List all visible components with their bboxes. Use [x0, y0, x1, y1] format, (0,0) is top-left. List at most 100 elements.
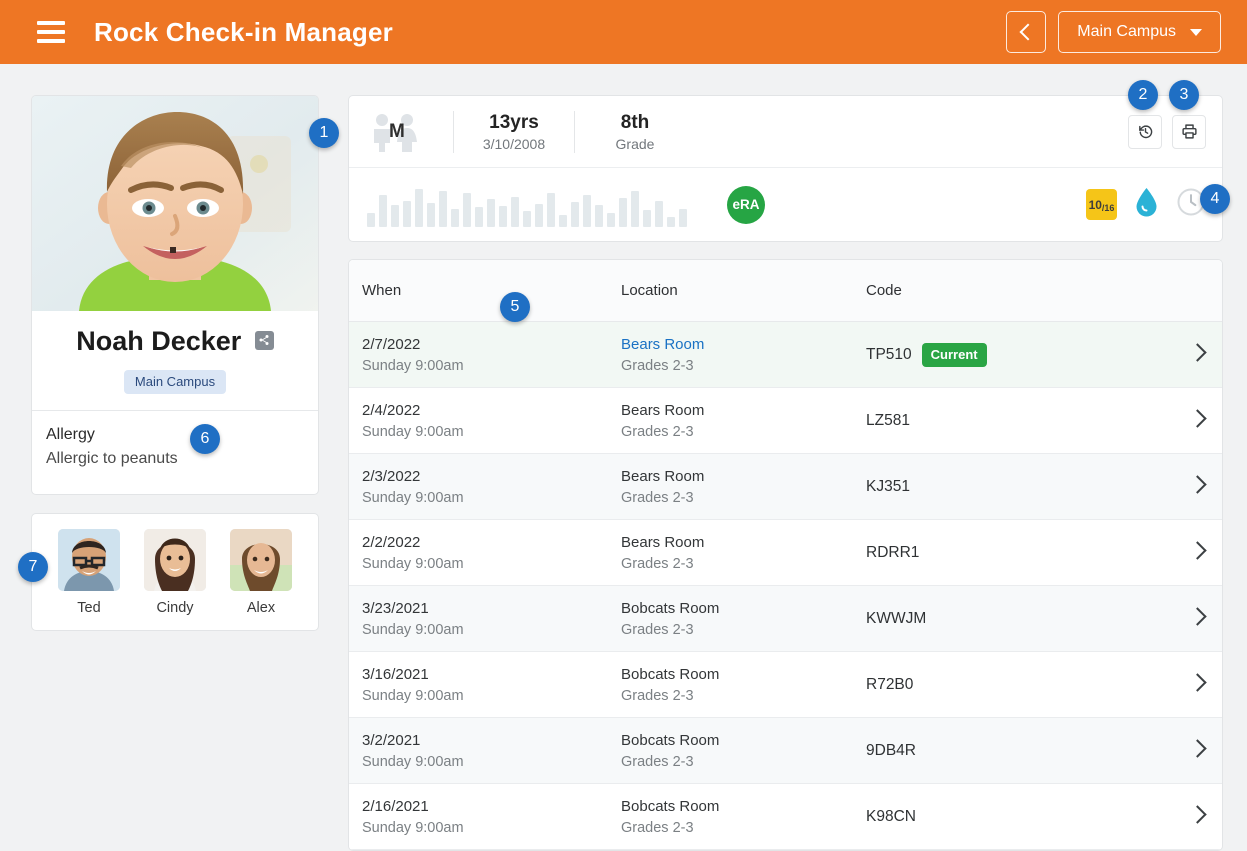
attendance-row: eRA 10/16 — [349, 168, 1222, 241]
table-row[interactable]: 3/16/2021 Sunday 9:00am Bobcats Room Grades… — [349, 652, 1222, 718]
row-detail-button[interactable] — [1174, 738, 1207, 760]
attendance-ratio-badge: 10/16 — [1086, 189, 1117, 220]
row-time: Sunday 9:00am — [362, 555, 464, 572]
sparkline-bar — [427, 202, 435, 227]
row-grades: Grades 2-3 — [621, 357, 694, 374]
sparkline-bar — [571, 201, 579, 227]
history-button[interactable] — [1128, 114, 1162, 149]
row-location[interactable]: Bears Room — [621, 336, 866, 353]
cell-code: 9DB4R — [866, 742, 1174, 760]
table-row[interactable]: 2/2/2022 Sunday 9:00am Bears Room Grades 2-… — [349, 520, 1222, 586]
allergy-title: Allergy — [46, 426, 95, 443]
row-date: 2/4/2022 — [362, 401, 421, 419]
person-facts-row: M 13yrs 3/10/2008 8th Grade — [349, 96, 1222, 168]
row-location: Bobcats Room — [621, 665, 720, 683]
campus-chip: Main Campus — [123, 370, 227, 394]
allergy-block: Allergy Allergic to peanuts — [32, 411, 318, 494]
family-member-alex[interactable]: Alex — [230, 529, 292, 616]
row-date: 2/7/2022 — [362, 335, 421, 353]
app-header: Rock Check-in Manager Main Campus — [0, 0, 1247, 64]
page-body: Noah Decker Main Campus Allergy Allergic… — [0, 64, 1247, 851]
callout-badge-7: 7 — [18, 552, 48, 582]
table-row[interactable]: 3/23/2021 Sunday 9:00am Bobcats Room Grades… — [349, 586, 1222, 652]
sparkline-bar — [667, 216, 675, 227]
grade-value: 8th — [620, 111, 650, 133]
family-member-ted[interactable]: Ted — [58, 529, 120, 616]
chevron-right-icon — [1188, 672, 1207, 692]
cell-location: Bobcats Room Grades 2-3 — [621, 600, 866, 638]
row-time: Sunday 9:00am — [362, 423, 464, 440]
status-badge: Current — [921, 342, 987, 367]
table-row[interactable]: 3/2/2021 Sunday 9:00am Bobcats Room Grades … — [349, 718, 1222, 784]
row-location: Bobcats Room — [621, 599, 720, 617]
row-detail-button[interactable] — [1174, 804, 1207, 826]
row-date: 3/23/2021 — [362, 599, 429, 617]
water-drop-icon — [1134, 187, 1159, 222]
cell-location: Bears Room Grades 2-3 — [621, 468, 866, 506]
row-location: Bobcats Room — [621, 731, 720, 749]
sparkline-bar — [607, 212, 615, 227]
row-code: KJ351 — [866, 477, 910, 495]
age-value: 13yrs — [489, 111, 539, 133]
cell-when: 2/7/2022 Sunday 9:00am — [362, 336, 621, 374]
cell-code: TP510 Current — [866, 342, 1174, 367]
cell-location: Bobcats Room Grades 2-3 — [621, 666, 866, 704]
name-block: Noah Decker Main Campus — [32, 311, 318, 411]
share-icon[interactable] — [254, 330, 274, 350]
hamburger-icon[interactable] — [37, 21, 65, 43]
cell-location: Bears Room Grades 2-3 — [621, 534, 866, 572]
row-detail-button[interactable] — [1174, 672, 1207, 694]
callout-badge-4: 4 — [1200, 184, 1230, 214]
row-grades: Grades 2-3 — [621, 819, 694, 836]
row-time: Sunday 9:00am — [362, 687, 464, 704]
cell-when: 2/4/2022 Sunday 9:00am — [362, 402, 621, 440]
row-detail-button[interactable] — [1174, 408, 1207, 430]
cell-location: Bobcats Room Grades 2-3 — [621, 798, 866, 836]
row-code: LZ581 — [866, 411, 910, 429]
sparkline-bar — [595, 204, 603, 227]
profile-card: Noah Decker Main Campus Allergy Allergic… — [31, 95, 319, 495]
sparkline-bar — [643, 209, 651, 227]
table-body: 2/7/2022 Sunday 9:00am Bears Room Grades 2-… — [349, 322, 1222, 850]
sparkline-bar — [583, 194, 591, 227]
table-row[interactable]: 2/3/2022 Sunday 9:00am Bears Room Grades 2-… — [349, 454, 1222, 520]
row-detail-button[interactable] — [1174, 342, 1207, 364]
table-row[interactable]: 2/4/2022 Sunday 9:00am Bears Room Grades 2-… — [349, 388, 1222, 454]
cell-when: 2/2/2022 Sunday 9:00am — [362, 534, 621, 572]
cell-code: R72B0 — [866, 676, 1174, 694]
back-button[interactable] — [1006, 11, 1047, 53]
callout-badge-1: 1 — [309, 118, 339, 148]
row-time: Sunday 9:00am — [362, 819, 464, 836]
table-row[interactable]: 2/7/2022 Sunday 9:00am Bears Room Grades 2-… — [349, 322, 1222, 388]
attendance-history-table: When Location Code 2/7/2022 Sunday 9:00am… — [348, 259, 1223, 851]
row-location: Bears Room — [621, 401, 705, 419]
campus-selector[interactable]: Main Campus — [1058, 11, 1221, 53]
print-button[interactable] — [1172, 114, 1206, 149]
ratio-numerator: 10 — [1088, 197, 1102, 212]
cell-when: 3/2/2021 Sunday 9:00am — [362, 732, 621, 770]
right-column: M 13yrs 3/10/2008 8th Grade eRA 10 /16 W… — [348, 95, 1223, 851]
sparkline-bar — [403, 200, 411, 227]
table-row[interactable]: 2/16/2021 Sunday 9:00am Bobcats Room Grades… — [349, 784, 1222, 850]
row-date: 3/16/2021 — [362, 665, 429, 683]
sparkline-bar — [655, 200, 663, 227]
avatar — [144, 529, 206, 591]
callout-badge-2: 2 — [1128, 80, 1158, 110]
row-detail-button[interactable] — [1174, 540, 1207, 562]
row-location: Bobcats Room — [621, 797, 720, 815]
row-grades: Grades 2-3 — [621, 423, 694, 440]
sparkline-bar — [511, 196, 519, 227]
cell-when: 2/16/2021 Sunday 9:00am — [362, 798, 621, 836]
sparkline-bar — [631, 190, 639, 227]
row-detail-button[interactable] — [1174, 606, 1207, 628]
family-member-name: Ted — [77, 600, 101, 616]
chevron-right-icon — [1188, 474, 1207, 494]
row-detail-button[interactable] — [1174, 474, 1207, 496]
cell-code: KWWJM — [866, 610, 1174, 628]
ratio-denominator: /16 — [1101, 202, 1115, 213]
family-member-cindy[interactable]: Cindy — [144, 529, 206, 616]
cell-when: 3/16/2021 Sunday 9:00am — [362, 666, 621, 704]
row-code: KWWJM — [866, 609, 927, 627]
chevron-left-icon — [1019, 23, 1037, 41]
person-info-card: M 13yrs 3/10/2008 8th Grade eRA 10 /16 — [348, 95, 1223, 242]
